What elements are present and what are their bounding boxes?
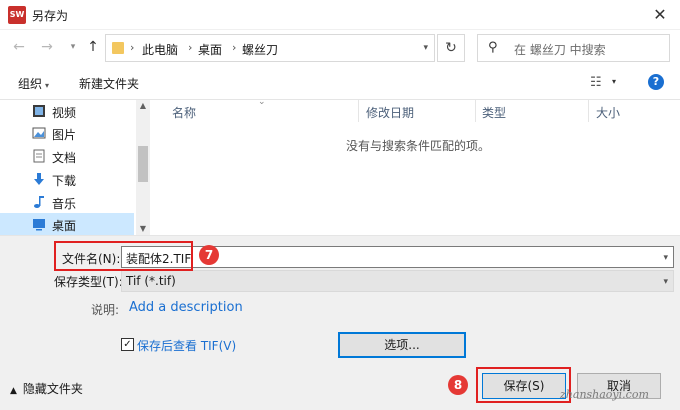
description-label: 说明: xyxy=(91,303,120,317)
address-row: ← → ▾ ↑ › 此电脑 › 桌面 › 螺丝刀 ▾ ↻ ⚲ 在 螺丝刀 中搜索 xyxy=(0,30,680,66)
forward-arrow-icon[interactable]: → xyxy=(38,38,56,56)
empty-message: 没有与搜索条件匹配的项。 xyxy=(346,139,491,153)
sidebar-item-music[interactable]: 音乐 xyxy=(0,191,134,213)
annotation-highlight-save xyxy=(476,367,571,403)
toolbar: 组织 ▾ 新建文件夹 ☷ ▾ ? xyxy=(0,66,680,100)
column-size[interactable]: 大小 xyxy=(596,104,620,121)
navigation-scrollbar[interactable]: ▲ ▼ xyxy=(136,100,150,235)
save-type-select[interactable]: Tif (*.tif) ▾ xyxy=(121,270,674,292)
sidebar-item-documents[interactable]: 文档 xyxy=(0,145,134,167)
sidebar-item-label: 下载 xyxy=(52,174,77,188)
close-icon[interactable]: ✕ xyxy=(650,5,670,25)
breadcrumb-screwdriver[interactable]: 螺丝刀 xyxy=(242,41,278,58)
save-type-label: 保存类型(T): xyxy=(54,275,123,289)
annotation-highlight-filename xyxy=(54,241,193,271)
column-name[interactable]: 名称 xyxy=(172,104,196,121)
annotation-step-8: 8 xyxy=(448,375,468,395)
view-options-icon[interactable]: ☷ xyxy=(590,75,602,90)
sidebar-item-videos[interactable]: 视频 xyxy=(0,100,134,122)
help-icon[interactable]: ? xyxy=(648,74,664,90)
scroll-thumb[interactable] xyxy=(138,146,148,182)
sort-chevron-icon: ⌄ xyxy=(258,97,266,107)
download-icon xyxy=(34,173,44,185)
scroll-down-icon[interactable]: ▼ xyxy=(136,223,150,235)
annotation-step-7: 7 xyxy=(199,245,219,265)
view-after-save-label[interactable]: 保存后查看 TIF(V) xyxy=(137,337,236,354)
column-divider[interactable] xyxy=(475,100,476,122)
sidebar-item-label: 视频 xyxy=(52,106,77,120)
pictures-icon xyxy=(32,127,46,139)
column-divider[interactable] xyxy=(588,100,589,122)
watermark: zhanshaoyi.com xyxy=(560,388,649,401)
breadcrumb-separator-icon[interactable]: › xyxy=(130,41,134,54)
back-arrow-icon[interactable]: ← xyxy=(10,38,28,56)
chevron-down-icon: ▾ xyxy=(45,81,50,90)
column-divider[interactable] xyxy=(358,100,359,122)
sidebar-item-downloads[interactable]: 下载 xyxy=(0,168,134,190)
view-chevron-down-icon[interactable]: ▾ xyxy=(612,77,616,86)
refresh-icon[interactable]: ↻ xyxy=(437,34,465,62)
breadcrumb-this-pc[interactable]: 此电脑 xyxy=(142,41,178,58)
options-button[interactable]: 选项... xyxy=(338,332,466,358)
app-icon: SW xyxy=(8,6,26,24)
desktop-icon xyxy=(33,219,45,231)
navigation-pane: 视频 图片 文档 下载 音乐 桌面 xyxy=(0,100,150,235)
column-type[interactable]: 类型 xyxy=(482,104,506,121)
video-icon xyxy=(33,105,45,117)
new-folder-button[interactable]: 新建文件夹 xyxy=(79,75,139,92)
chevron-down-icon[interactable]: ▾ xyxy=(663,253,668,263)
sidebar-item-label: 音乐 xyxy=(52,197,77,211)
sidebar-item-desktop[interactable]: 桌面 xyxy=(0,213,134,235)
chevron-up-icon: ▲ xyxy=(10,386,17,396)
breadcrumb-separator-icon[interactable]: › xyxy=(232,41,236,54)
title-bar: SW 另存为 ✕ xyxy=(0,0,680,30)
up-arrow-icon[interactable]: ↑ xyxy=(84,38,102,56)
breadcrumb-separator-icon[interactable]: › xyxy=(188,41,192,54)
scroll-up-icon[interactable]: ▲ xyxy=(136,100,150,112)
recent-locations-chevron-icon[interactable]: ▾ xyxy=(64,38,82,56)
view-after-save-checkbox[interactable]: ✓ xyxy=(121,338,134,351)
folder-icon xyxy=(112,42,124,54)
sidebar-item-label: 文档 xyxy=(52,151,77,165)
organize-label: 组织 xyxy=(18,77,43,91)
organize-button[interactable]: 组织 ▾ xyxy=(18,75,49,92)
sidebar-item-label: 桌面 xyxy=(52,219,77,233)
search-input[interactable]: 在 螺丝刀 中搜索 xyxy=(514,41,606,58)
column-date-modified[interactable]: 修改日期 xyxy=(366,104,414,121)
address-bar[interactable]: › 此电脑 › 桌面 › 螺丝刀 ▾ xyxy=(105,34,435,62)
window-title: 另存为 xyxy=(32,9,69,23)
add-description-link[interactable]: Add a description xyxy=(129,300,243,315)
documents-icon xyxy=(33,149,45,163)
sidebar-item-pictures[interactable]: 图片 xyxy=(0,122,134,144)
sidebar-item-label: 图片 xyxy=(52,128,77,142)
breadcrumb-desktop[interactable]: 桌面 xyxy=(198,41,222,58)
search-box[interactable]: ⚲ 在 螺丝刀 中搜索 xyxy=(477,34,670,62)
file-list: ⌄ 名称 修改日期 类型 大小 没有与搜索条件匹配的项。 xyxy=(150,97,680,235)
music-icon xyxy=(34,196,44,208)
address-chevron-down-icon[interactable]: ▾ xyxy=(423,43,428,53)
search-icon: ⚲ xyxy=(488,40,498,55)
hide-folders-label: 隐藏文件夹 xyxy=(22,382,83,396)
hide-folders-button[interactable]: ▲ 隐藏文件夹 xyxy=(10,380,83,397)
chevron-down-icon[interactable]: ▾ xyxy=(663,277,668,287)
save-type-value: Tif (*.tif) xyxy=(126,274,176,288)
